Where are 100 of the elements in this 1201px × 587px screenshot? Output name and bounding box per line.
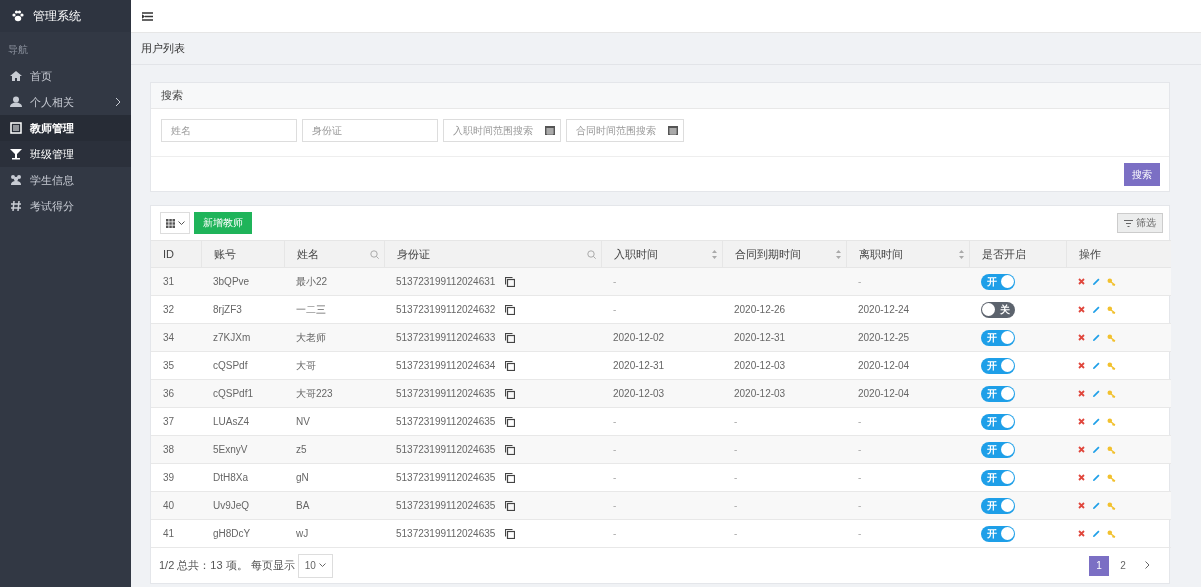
column-header[interactable]: 入职时间 [601, 240, 722, 268]
column-header[interactable]: 姓名 [284, 240, 384, 268]
table-cell: - [722, 463, 846, 492]
table-cell: 513723199112024635 [396, 528, 496, 539]
toggle-switch[interactable]: 关 [981, 301, 1015, 318]
copy-icon[interactable] [505, 360, 516, 371]
key-icon[interactable] [1107, 333, 1116, 342]
table-cell: wJ [284, 519, 384, 548]
delete-icon[interactable] [1078, 278, 1085, 285]
sidebar-item[interactable]: 教师管理 [0, 115, 131, 141]
pencil-icon[interactable] [1092, 501, 1100, 510]
table-cell: 5ExnyV [201, 435, 284, 464]
table-cell: 38 [151, 435, 201, 464]
sidebar-item[interactable]: 班级管理 [0, 141, 131, 167]
user-icon [10, 96, 22, 108]
copy-icon[interactable] [505, 304, 516, 315]
sidebar-item[interactable]: 学生信息 [0, 167, 131, 193]
search-field[interactable]: 入职时间范围搜索 [443, 119, 561, 142]
copy-icon[interactable] [505, 332, 516, 343]
copy-icon[interactable] [505, 416, 516, 427]
table-cell: 513723199112024631 [396, 276, 496, 287]
table-cell: - [601, 295, 722, 324]
pencil-icon[interactable] [1092, 389, 1100, 398]
delete-icon[interactable] [1078, 474, 1085, 481]
key-icon[interactable] [1107, 417, 1116, 426]
column-header: 账号 [201, 240, 284, 268]
sidebar-item[interactable]: 首页 [0, 63, 131, 89]
pencil-icon[interactable] [1092, 333, 1100, 342]
pencil-icon[interactable] [1092, 305, 1100, 314]
delete-icon[interactable] [1078, 306, 1085, 313]
key-icon[interactable] [1107, 529, 1116, 538]
delete-icon[interactable] [1078, 502, 1085, 509]
table-cell: - [601, 491, 722, 520]
table-cell: 8rjZF3 [201, 295, 284, 324]
sort-icon[interactable] [835, 249, 841, 259]
column-header[interactable]: 离职时间 [846, 240, 969, 268]
table-cell: LUAsZ4 [201, 407, 284, 436]
table-cell: NV [284, 407, 384, 436]
column-header[interactable]: 合同到期时间 [722, 240, 846, 268]
search-button[interactable]: 搜索 [1124, 163, 1160, 186]
table-cell: gH8DcY [201, 519, 284, 548]
pencil-icon[interactable] [1092, 473, 1100, 482]
list-icon [10, 122, 22, 134]
search-field[interactable]: 合同时间范围搜索 [566, 119, 684, 142]
copy-icon[interactable] [505, 276, 516, 287]
sidebar-item[interactable]: 考试得分 [0, 193, 131, 219]
key-icon[interactable] [1107, 277, 1116, 286]
table-cell: 大老师 [284, 323, 384, 352]
delete-icon[interactable] [1078, 446, 1085, 453]
search-icon[interactable] [369, 249, 379, 259]
sort-icon[interactable] [958, 249, 964, 259]
table-cell: - [601, 407, 722, 436]
table-cell: - [846, 435, 969, 464]
table-cell: - [846, 407, 969, 436]
table-cell: - [722, 491, 846, 520]
grid-icon [165, 218, 175, 228]
page-size-select[interactable]: 10 [297, 553, 333, 578]
table-cell: 2020-12-03 [722, 351, 846, 380]
key-icon[interactable] [1107, 501, 1116, 510]
copy-icon[interactable] [505, 472, 516, 483]
pencil-icon[interactable] [1092, 417, 1100, 426]
menu-icon[interactable] [142, 11, 153, 21]
delete-icon[interactable] [1078, 418, 1085, 425]
search-icon[interactable] [586, 249, 596, 259]
key-icon[interactable] [1107, 361, 1116, 370]
copy-icon[interactable] [505, 444, 516, 455]
filter-button[interactable]: 筛选 [1117, 213, 1163, 233]
hash-icon [10, 200, 22, 212]
page-button[interactable]: 1 [1089, 555, 1109, 576]
pencil-icon[interactable] [1092, 529, 1100, 538]
table-cell: 36 [151, 379, 201, 408]
delete-icon[interactable] [1078, 362, 1085, 369]
table-cell: 41 [151, 519, 201, 548]
key-icon[interactable] [1107, 389, 1116, 398]
table-cell: z7KJXm [201, 323, 284, 352]
filter-icon [1124, 219, 1133, 227]
column-header: 是否开启 [969, 240, 1066, 268]
pencil-icon[interactable] [1092, 361, 1100, 370]
copy-icon[interactable] [505, 528, 516, 539]
page-button[interactable]: 2 [1113, 555, 1133, 576]
copy-icon[interactable] [505, 500, 516, 511]
key-icon[interactable] [1107, 305, 1116, 314]
pencil-icon[interactable] [1092, 277, 1100, 286]
sort-icon[interactable] [711, 249, 717, 259]
home-icon [10, 70, 22, 82]
search-field[interactable]: 身份证 [302, 119, 438, 142]
sidebar-item[interactable]: 个人相关 [0, 89, 131, 115]
key-icon[interactable] [1107, 445, 1116, 454]
table-cell: cQSPdf [201, 351, 284, 380]
table-cell: 39 [151, 463, 201, 492]
delete-icon[interactable] [1078, 390, 1085, 397]
columns-button[interactable] [160, 212, 190, 234]
pencil-icon[interactable] [1092, 445, 1100, 454]
key-icon[interactable] [1107, 473, 1116, 482]
copy-icon[interactable] [505, 388, 516, 399]
delete-icon[interactable] [1078, 530, 1085, 537]
table-cell: 513723199112024634 [396, 360, 496, 371]
search-field[interactable]: 姓名 [161, 119, 297, 142]
column-header[interactable]: 身份证 [384, 240, 601, 268]
delete-icon[interactable] [1078, 334, 1085, 341]
